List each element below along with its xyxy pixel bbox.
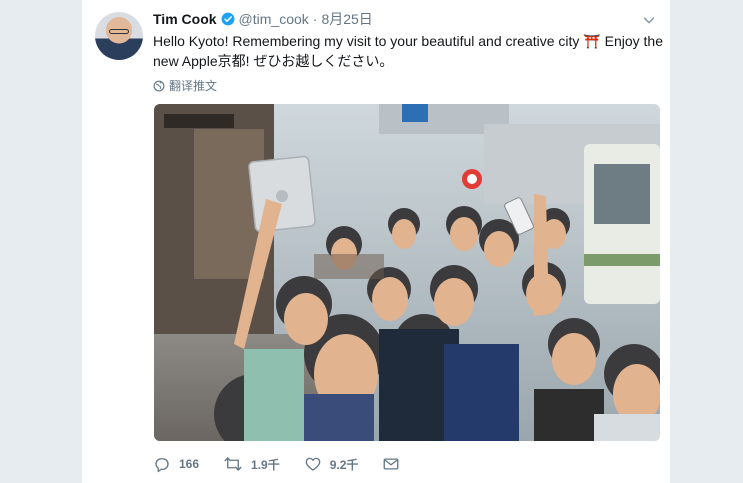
chevron-down-icon[interactable] — [642, 13, 656, 27]
retweet-count: 1.9千 — [251, 457, 280, 472]
verified-badge-icon — [221, 12, 234, 26]
tweet-text: Hello Kyoto! Remembering my visit to you… — [153, 33, 663, 69]
tweet-actions: 166 1.9千 9.2千 — [153, 455, 432, 473]
retweet-icon — [224, 457, 242, 471]
like-count: 9.2千 — [329, 457, 359, 472]
crowd-photo — [154, 104, 660, 441]
reply-button[interactable]: 166 — [153, 455, 199, 473]
reply-icon — [155, 458, 169, 473]
retweet-button[interactable]: 1.9千 — [223, 455, 280, 473]
tweet-date[interactable]: 8月25日 — [321, 9, 372, 29]
globe-icon — [153, 80, 165, 91]
heart-icon — [305, 457, 321, 471]
translate-tweet-link[interactable]: 翻译推文 — [153, 77, 217, 94]
translate-label: 翻译推文 — [169, 79, 218, 93]
tweet-header: Tim Cook @tim_cook · 8月25日 — [153, 10, 373, 28]
direct-message-button[interactable] — [382, 455, 408, 473]
author-handle[interactable]: @tim_cook — [239, 11, 309, 27]
like-button[interactable]: 9.2千 — [304, 455, 359, 473]
avatar[interactable] — [95, 12, 143, 60]
envelope-icon — [383, 458, 399, 470]
tweet-card: Tim Cook @tim_cook · 8月25日 Hello Kyoto! … — [82, 0, 670, 483]
tweet-photo[interactable] — [154, 104, 660, 441]
reply-count: 166 — [179, 457, 200, 471]
separator: · — [312, 11, 318, 27]
author-name[interactable]: Tim Cook — [153, 11, 217, 27]
